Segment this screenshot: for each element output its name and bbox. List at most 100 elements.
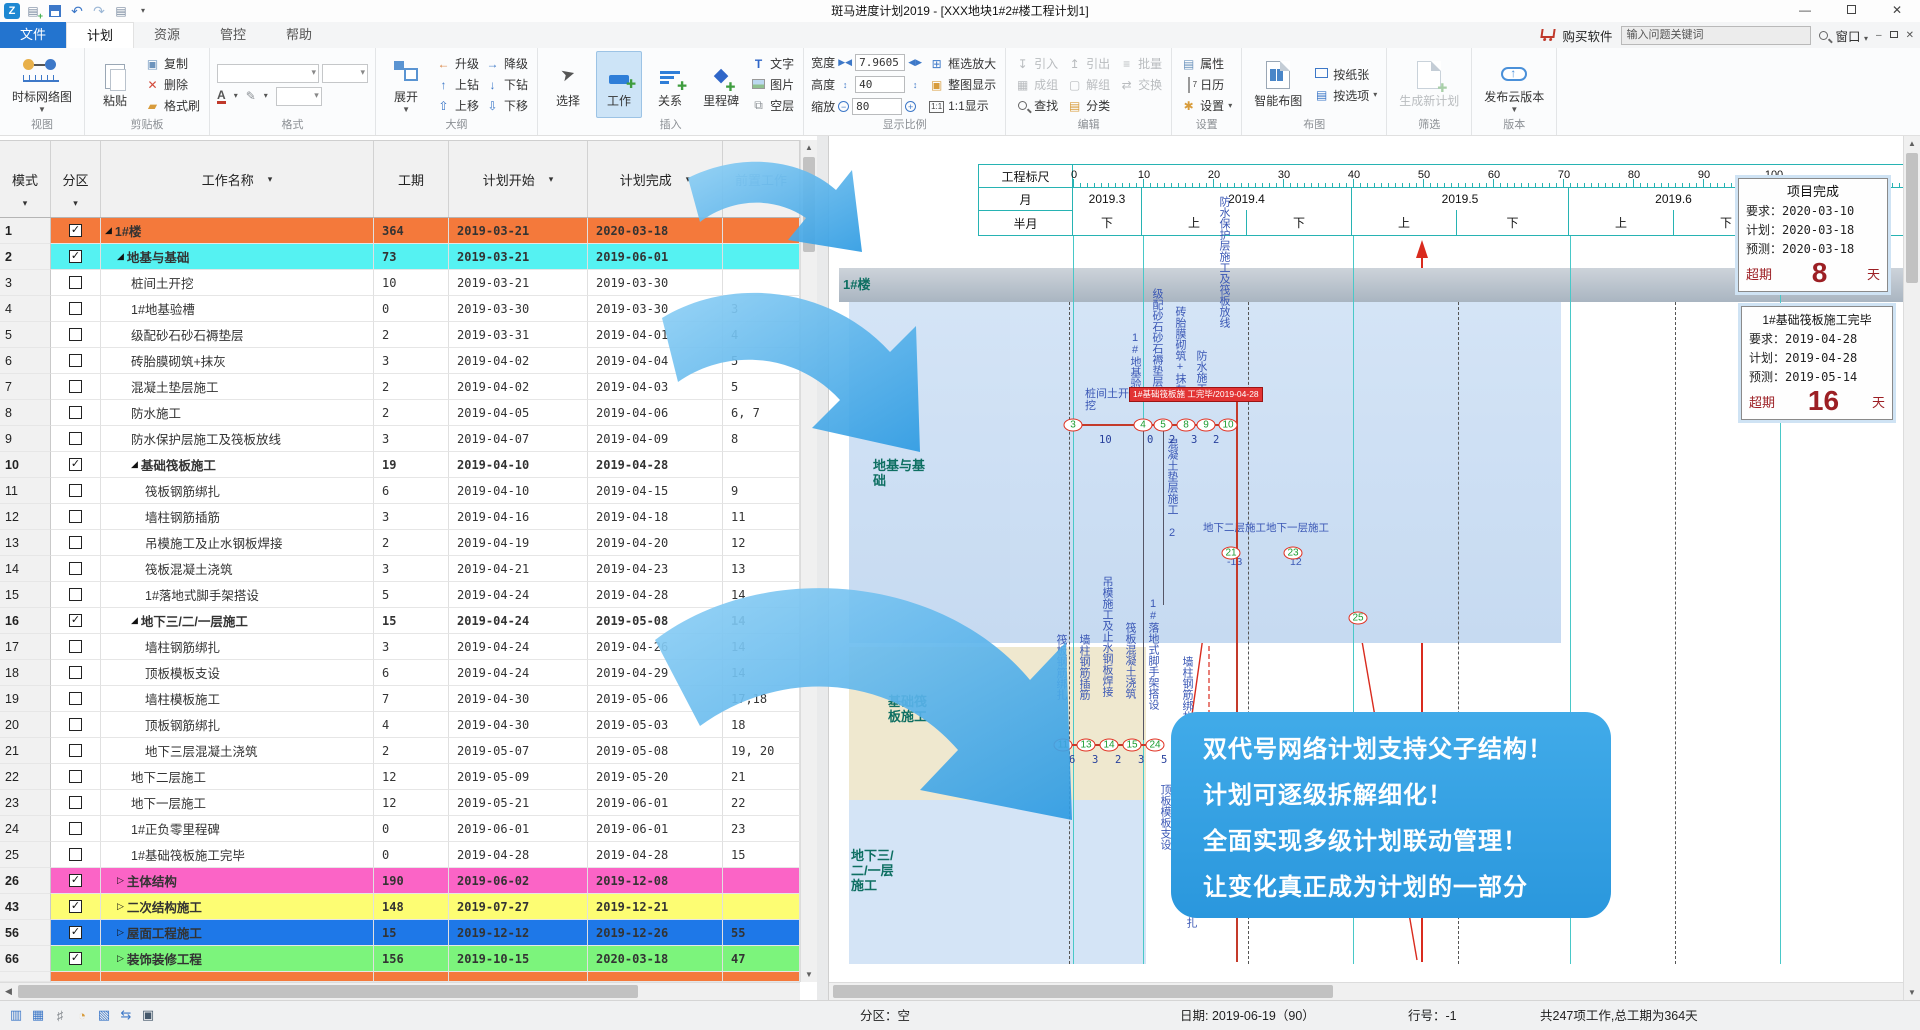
insert-relation-button[interactable]: ✚ 关系 xyxy=(647,51,693,118)
insert-milestone-button[interactable]: ◆✚ 里程碑 xyxy=(698,51,744,118)
network-node[interactable]: 10 xyxy=(1219,419,1238,432)
predecessor-cell[interactable]: 5 xyxy=(723,348,800,374)
scroll-thumb[interactable] xyxy=(18,985,638,998)
predecessor-cell[interactable] xyxy=(723,868,800,894)
find-button[interactable]: 查找 xyxy=(1013,96,1060,115)
zone-checkbox[interactable]: ✓ xyxy=(69,250,82,263)
pen-color-button[interactable]: ✎ xyxy=(246,89,256,103)
plan-start-cell[interactable]: 2019-04-02 xyxy=(449,348,588,374)
insert-work-button[interactable]: ✚ 工作 xyxy=(596,51,642,118)
diagram-horizontal-scrollbar[interactable] xyxy=(829,982,1903,1000)
predecessor-cell[interactable]: 18 xyxy=(723,712,800,738)
task-name-cell[interactable]: ◢地下三/二/一层施工 xyxy=(101,608,374,634)
zone-cell[interactable]: ✓ xyxy=(51,244,101,270)
plan-finish-cell[interactable]: 2019-04-28 xyxy=(588,842,723,868)
zone-checkbox[interactable]: ✓ xyxy=(69,874,82,887)
network-node[interactable]: 21 xyxy=(1222,547,1241,560)
insert-text-button[interactable]: T文字 xyxy=(749,54,796,73)
task-name-cell[interactable]: 顶板模板支设 xyxy=(101,660,374,686)
duration-cell[interactable]: 0 xyxy=(374,816,449,842)
plan-start-cell[interactable]: 2019-04-02 xyxy=(449,374,588,400)
zone-checkbox[interactable] xyxy=(69,536,82,549)
tab-help[interactable]: 帮助 xyxy=(266,22,332,48)
zone-checkbox[interactable]: ✓ xyxy=(69,458,82,471)
column-header-finish[interactable]: 计划完成▾ xyxy=(588,141,723,217)
zone-checkbox[interactable] xyxy=(69,666,82,679)
task-name-cell[interactable]: 墙柱钢筋绑扎 xyxy=(101,634,374,660)
box-zoom-button[interactable]: ⊞框选放大 xyxy=(927,54,998,73)
zone-checkbox[interactable] xyxy=(69,380,82,393)
zone-checkbox[interactable] xyxy=(69,640,82,653)
duration-cell[interactable]: 3 xyxy=(374,634,449,660)
insert-empty-layer-button[interactable]: ⧉空层 xyxy=(749,96,796,115)
collapse-icon[interactable]: ◢ xyxy=(131,615,138,626)
table-vertical-scrollbar[interactable]: ▲ ▼ xyxy=(800,140,817,982)
expand-icon[interactable]: ▷ xyxy=(117,875,124,886)
zone-cell[interactable] xyxy=(51,504,101,530)
zone-checkbox[interactable] xyxy=(69,692,82,705)
plan-finish-cell[interactable]: 2019-04-09 xyxy=(588,426,723,452)
zone-cell[interactable] xyxy=(51,686,101,712)
scroll-down-icon[interactable]: ▼ xyxy=(801,967,817,982)
duration-cell[interactable]: 73 xyxy=(374,244,449,270)
plan-finish-cell[interactable]: 2019-03-30 xyxy=(588,296,723,322)
predecessor-cell[interactable]: 17,18 xyxy=(723,686,800,712)
zone-cell[interactable] xyxy=(51,556,101,582)
task-name-cell[interactable]: ▷屋面工程施工 xyxy=(101,920,374,946)
task-name-cell[interactable]: 防水施工 xyxy=(101,400,374,426)
font-color-button[interactable]: A xyxy=(217,89,226,104)
height-value-input[interactable]: 40 xyxy=(855,76,905,93)
predecessor-cell[interactable]: 14 xyxy=(723,634,800,660)
dark-view-icon[interactable]: ▣ xyxy=(140,1007,156,1023)
edit-view-icon[interactable]: ▧ xyxy=(96,1007,112,1023)
table-row[interactable]: 241#正负零里程碑02019-06-012019-06-0123 xyxy=(0,816,800,842)
task-name-cell[interactable]: ◢地基与基础 xyxy=(101,244,374,270)
table-row[interactable]: 7混凝土垫层施工22019-04-022019-04-035 xyxy=(0,374,800,400)
zone-checkbox[interactable] xyxy=(69,848,82,861)
column-header-name[interactable]: 工作名称▾ xyxy=(101,141,374,217)
expand-icon[interactable]: ▷ xyxy=(117,927,124,938)
duration-cell[interactable]: 2 xyxy=(374,400,449,426)
fit-view-button[interactable]: ▣整图显示 xyxy=(927,75,998,94)
plan-finish-cell[interactable]: 2019-04-20 xyxy=(588,530,723,556)
plan-finish-cell[interactable]: 2019-05-08 xyxy=(588,608,723,634)
plan-start-cell[interactable]: 2019-03-21 xyxy=(449,270,588,296)
table-row[interactable]: 19墙柱模板施工72019-04-302019-05-0617,18 xyxy=(0,686,800,712)
plan-start-cell[interactable]: 2019-05-21 xyxy=(449,790,588,816)
task-name-cell[interactable]: 地下一层施工 xyxy=(101,790,374,816)
search-input[interactable]: 输入问题关键词 xyxy=(1621,26,1811,45)
zone-cell[interactable] xyxy=(51,816,101,842)
save-icon[interactable] xyxy=(46,3,64,19)
plan-finish-cell[interactable]: 2019-04-23 xyxy=(588,556,723,582)
zone-cell[interactable] xyxy=(51,426,101,452)
tab-resource[interactable]: 资源 xyxy=(134,22,200,48)
plan-finish-cell[interactable]: 2019-05-06 xyxy=(588,686,723,712)
tab-plan[interactable]: 计划 xyxy=(66,22,134,48)
zone-checkbox[interactable]: ✓ xyxy=(69,952,82,965)
export-button[interactable]: ↥引出 xyxy=(1065,54,1112,73)
network-node[interactable]: 3 xyxy=(1064,419,1083,432)
zone-cell[interactable] xyxy=(51,530,101,556)
width-grow-icon[interactable]: ◀▶ xyxy=(908,57,922,68)
predecessor-cell[interactable] xyxy=(723,452,800,478)
table-row[interactable]: 17墙柱钢筋绑扎32019-04-242019-04-2614 xyxy=(0,634,800,660)
format-painter-button[interactable]: ▰格式刷 xyxy=(143,96,202,115)
scroll-up-icon[interactable]: ▲ xyxy=(801,140,817,155)
zone-cell[interactable] xyxy=(51,478,101,504)
duration-cell[interactable]: 0 xyxy=(374,296,449,322)
predecessor-cell[interactable] xyxy=(723,894,800,920)
task-name-cell[interactable]: 1#落地式脚手架搭设 xyxy=(101,582,374,608)
zone-cell[interactable]: ✓ xyxy=(51,946,101,972)
plan-start-cell[interactable]: 2019-12-12 xyxy=(449,920,588,946)
quick-access-dropdown-icon[interactable]: ▾ xyxy=(134,3,152,19)
settings-button[interactable]: ✱设置▾ xyxy=(1179,96,1234,115)
task-name-cell[interactable]: 顶板钢筋绑扎 xyxy=(101,712,374,738)
expand-icon[interactable]: ▷ xyxy=(117,953,124,964)
zone-cell[interactable]: ✓ xyxy=(51,608,101,634)
task-name-cell[interactable]: 吊模施工及止水钢板焊接 xyxy=(101,530,374,556)
duration-cell[interactable]: 12 xyxy=(374,764,449,790)
plan-finish-cell[interactable]: 2020-03-18 xyxy=(588,946,723,972)
upgrade-button[interactable]: ←升级 xyxy=(434,54,481,73)
duration-cell[interactable]: 2 xyxy=(374,530,449,556)
zone-cell[interactable] xyxy=(51,296,101,322)
